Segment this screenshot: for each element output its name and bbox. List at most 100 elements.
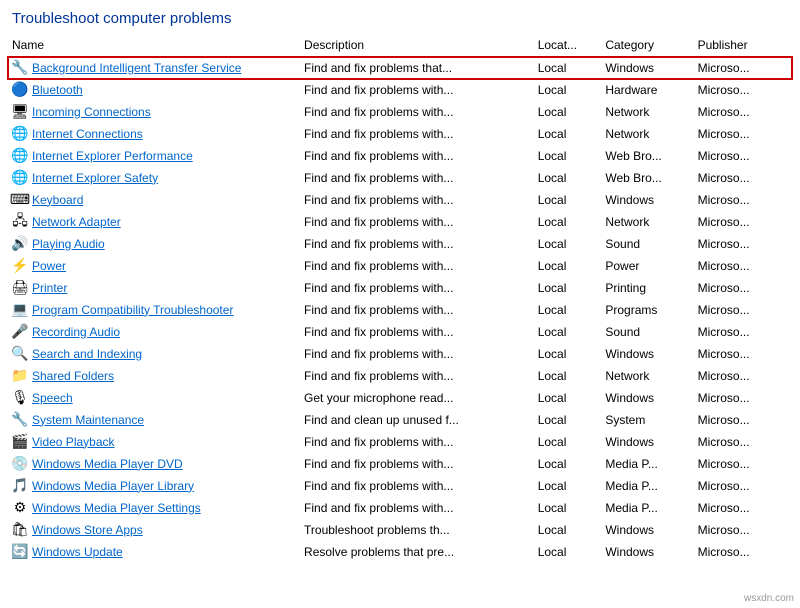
col-header-category[interactable]: Category [601,35,693,57]
item-name-link[interactable]: Keyboard [32,193,83,207]
item-name-link[interactable]: Printer [32,281,67,295]
item-name-link[interactable]: Recording Audio [32,325,120,339]
item-name-link[interactable]: Windows Store Apps [32,523,143,537]
col-header-name[interactable]: Name [8,35,300,57]
cell-description: Resolve problems that pre... [300,541,534,563]
item-name-link[interactable]: Windows Update [32,545,123,559]
item-name-link[interactable]: Speech [32,391,73,405]
table-row[interactable]: 🎬Video PlaybackFind and fix problems wit… [8,431,792,453]
item-name-link[interactable]: Power [32,259,66,273]
table-row[interactable]: 🎙SpeechGet your microphone read...LocalW… [8,387,792,409]
item-name-link[interactable]: Network Adapter [32,215,121,229]
item-name-link[interactable]: Windows Media Player DVD [32,457,183,471]
table-row[interactable]: 🔍 Search and Indexing Find and fix problem… [8,343,792,365]
table-header-row: Name Description Locat... Category Publi… [8,35,792,57]
table-row[interactable]: 💻Program Compatibility TroubleshooterFin… [8,299,792,321]
item-icon: ⌨ [12,192,28,208]
table-row[interactable]: 🖨PrinterFind and fix problems with...Loc… [8,277,792,299]
item-name-link[interactable]: Windows Media Player Library [32,479,194,493]
col-header-description[interactable]: Description [300,35,534,57]
cell-description: Find and fix problems with... [300,343,534,365]
cell-description: Find and fix problems with... [300,277,534,299]
table-row[interactable]: 🛍Windows Store AppsTroubleshoot problems… [8,519,792,541]
cell-name: 📁Shared Folders [8,365,300,387]
cell-description: Troubleshoot problems th... [300,519,534,541]
cell-location: Local [534,233,602,255]
table-row[interactable]: 🔄Windows UpdateResolve problems that pre… [8,541,792,563]
item-name-link[interactable]: Shared Folders [32,369,114,383]
col-header-location[interactable]: Locat... [534,35,602,57]
cell-description: Find and fix problems with... [300,321,534,343]
item-name-link[interactable]: Playing Audio [32,237,105,251]
item-name-link[interactable]: System Maintenance [32,413,144,427]
item-name-link[interactable]: Internet Connections [32,127,143,141]
table-row[interactable]: 🔧 Background Intelligent Transfer Service… [8,57,792,79]
table-row[interactable]: 🎵Windows Media Player LibraryFind and fi… [8,475,792,497]
item-name-link[interactable]: Video Playback [32,435,115,449]
table-row[interactable]: ⚡PowerFind and fix problems with...Local… [8,255,792,277]
cell-category: Network [601,123,693,145]
item-icon: 🔍 [12,346,28,362]
item-icon: 💿 [12,456,28,472]
item-name-link[interactable]: Background Intelligent Transfer Service [32,61,241,75]
cell-publisher: Microso... [694,299,792,321]
cell-category: Media P... [601,453,693,475]
table-row[interactable]: 🌐Internet Explorer PerformanceFind and f… [8,145,792,167]
cell-publisher: Microso... [694,233,792,255]
cell-location: Local [534,497,602,519]
cell-publisher: Microso... [694,519,792,541]
cell-location: Local [534,57,602,79]
cell-category: Windows [601,343,693,365]
item-icon: 🎵 [12,478,28,494]
cell-description: Find and fix problems with... [300,233,534,255]
cell-description: Find and fix problems with... [300,255,534,277]
cell-category: Windows [601,57,693,79]
cell-name: 🛍Windows Store Apps [8,519,300,541]
cell-publisher: Microso... [694,453,792,475]
cell-description: Find and clean up unused f... [300,409,534,431]
cell-publisher: Microso... [694,365,792,387]
item-name-link[interactable]: Search and Indexing [32,347,142,361]
item-icon: 🖧 [12,214,28,230]
table-row[interactable]: 🌐Internet Explorer SafetyFind and fix pr… [8,167,792,189]
col-header-publisher[interactable]: Publisher [694,35,792,57]
table-row[interactable]: 🔧System MaintenanceFind and clean up unu… [8,409,792,431]
table-row[interactable]: ⚙Windows Media Player SettingsFind and f… [8,497,792,519]
cell-location: Local [534,123,602,145]
item-icon: 🔊 [12,236,28,252]
table-row[interactable]: 🔵BluetoothFind and fix problems with...L… [8,79,792,101]
item-name-link[interactable]: Incoming Connections [32,105,151,119]
cell-name: 🖧 Network Adapter [8,211,300,233]
item-icon: ⚡ [12,258,28,274]
table-row[interactable]: 🌐Internet ConnectionsFind and fix proble… [8,123,792,145]
item-name-link[interactable]: Bluetooth [32,83,83,97]
cell-name: ⚡ Power [8,255,300,277]
table-body: 🔧 Background Intelligent Transfer Service… [8,57,792,563]
table-row[interactable]: 🖧Network AdapterFind and fix problems wi… [8,211,792,233]
item-name-link[interactable]: Program Compatibility Troubleshooter [32,303,233,317]
table-row[interactable]: 🖥Incoming ConnectionsFind and fix proble… [8,101,792,123]
cell-category: Hardware [601,79,693,101]
cell-category: System [601,409,693,431]
item-name-link[interactable]: Windows Media Player Settings [32,501,201,515]
cell-location: Local [534,519,602,541]
item-name-link[interactable]: Internet Explorer Performance [32,149,193,163]
cell-location: Local [534,365,602,387]
cell-description: Get your microphone read... [300,387,534,409]
table-row[interactable]: 📁Shared FoldersFind and fix problems wit… [8,365,792,387]
cell-publisher: Microso... [694,497,792,519]
item-icon: 💻 [12,302,28,318]
cell-name: 💻 Program Compatibility Troubleshooter [8,299,300,321]
table-row[interactable]: 🎤Recording AudioFind and fix problems wi… [8,321,792,343]
cell-location: Local [534,299,602,321]
table-row[interactable]: 🔊 Playing Audio Find and fix problems with… [8,233,792,255]
item-icon: 🔧 [12,60,28,76]
cell-name: 🌐Internet Explorer Performance [8,145,300,167]
table-row[interactable]: 💿 Windows Media Player DVD Find and fix pr… [8,453,792,475]
table-row[interactable]: ⌨KeyboardFind and fix problems with...Lo… [8,189,792,211]
cell-publisher: Microso... [694,101,792,123]
cell-description: Find and fix problems with... [300,453,534,475]
cell-name: 🔧System Maintenance [8,409,300,431]
item-name-link[interactable]: Internet Explorer Safety [32,171,158,185]
cell-name: 🌐Internet Explorer Safety [8,167,300,189]
